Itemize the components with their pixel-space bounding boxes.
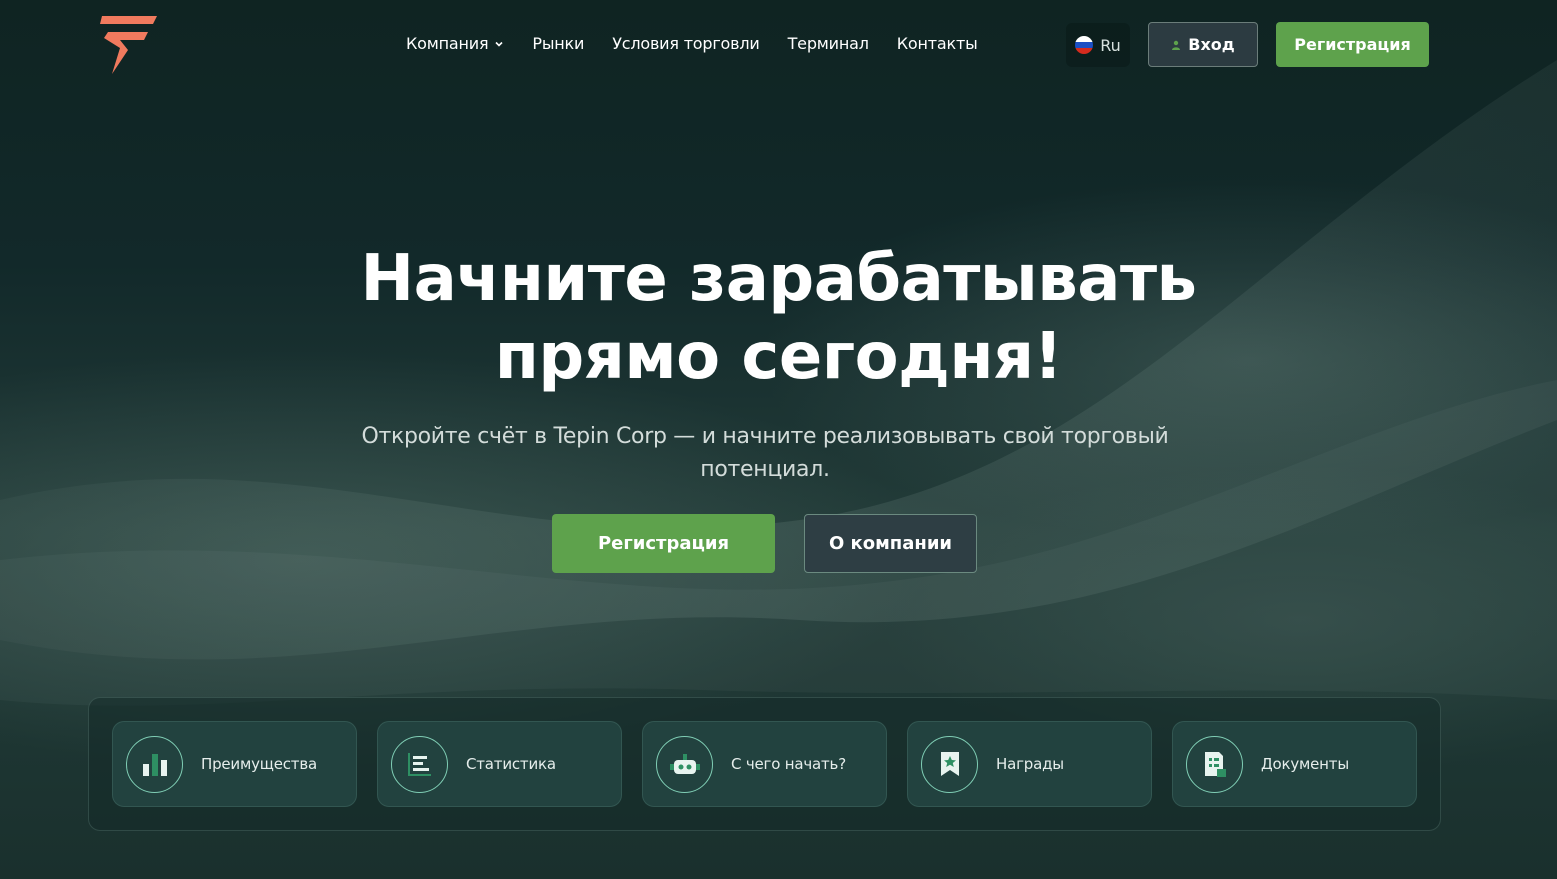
nav-item-trading-conditions[interactable]: Условия торговли — [612, 34, 760, 53]
register-label: Регистрация — [1294, 35, 1411, 54]
about-company-button[interactable]: О компании — [804, 514, 977, 573]
russia-flag-icon — [1075, 36, 1094, 54]
nav-item-label: Условия торговли — [612, 34, 760, 53]
feature-card-awards[interactable]: Награды — [907, 721, 1152, 807]
hero-subtitle: Откройте счёт в Tepin Corp — и начните р… — [361, 424, 1169, 482]
feature-card-getting-started[interactable]: С чего начать? — [642, 721, 887, 807]
tepin-logo[interactable] — [98, 14, 160, 76]
feature-label: С чего начать? — [731, 755, 846, 773]
register-button-header[interactable]: Регистрация — [1276, 22, 1429, 67]
nav-item-label: Контакты — [896, 34, 978, 53]
feature-label: Статистика — [466, 755, 556, 773]
login-label: Вход — [1188, 35, 1235, 54]
bar-chart-icon — [126, 735, 183, 793]
list-chart-icon — [391, 735, 448, 793]
feature-card-documents[interactable]: Документы — [1172, 721, 1417, 807]
nav-item-label: Терминал — [787, 34, 869, 53]
feature-label: Преимущества — [201, 755, 317, 773]
feature-card-statistics[interactable]: Статистика — [377, 721, 622, 807]
hero-title-line2: прямо сегодня! — [494, 320, 1063, 394]
nav-item-company[interactable]: Компания — [406, 34, 504, 53]
nav-item-label: Компания — [406, 34, 489, 53]
features-bar: Преимущества Статистика С чего начать? Н… — [88, 697, 1441, 831]
nav-item-label: Рынки — [532, 34, 585, 53]
user-icon — [1172, 40, 1181, 50]
login-button[interactable]: Вход — [1148, 22, 1258, 67]
register-button-hero[interactable]: Регистрация — [552, 514, 775, 573]
document-icon — [1186, 735, 1243, 793]
main-nav: Компания Рынки Условия торговли Терминал… — [406, 34, 978, 53]
nav-item-terminal[interactable]: Терминал — [788, 34, 869, 53]
hero-title: Начните зарабатывать прямо сегодня! — [0, 240, 1557, 396]
award-icon — [921, 735, 978, 793]
site-header: Компания Рынки Условия торговли Терминал… — [0, 0, 1557, 90]
feature-card-advantages[interactable]: Преимущества — [112, 721, 357, 807]
feature-label: Награды — [996, 755, 1064, 773]
hero-title-line1: Начните зарабатывать — [360, 242, 1198, 316]
register-label: Регистрация — [597, 533, 730, 554]
nav-item-contacts[interactable]: Контакты — [897, 34, 978, 53]
language-selector[interactable]: Ru — [1066, 23, 1130, 67]
language-label: Ru — [1100, 35, 1121, 55]
about-label: О компании — [828, 533, 953, 554]
nav-item-markets[interactable]: Рынки — [532, 34, 584, 53]
feature-label: Документы — [1261, 755, 1349, 773]
chevron-down-icon — [495, 41, 503, 47]
robot-icon — [656, 735, 713, 793]
